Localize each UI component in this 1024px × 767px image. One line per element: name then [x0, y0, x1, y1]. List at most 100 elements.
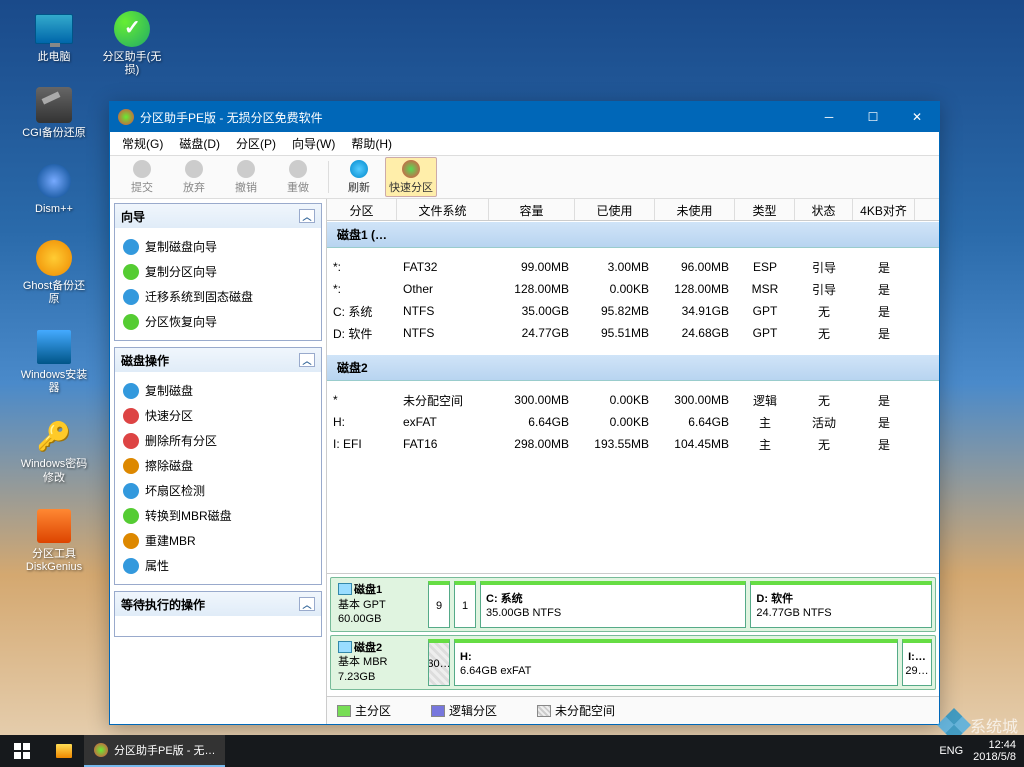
sidebar-item[interactable]: 转换到MBR磁盘	[115, 503, 321, 528]
refresh-icon	[350, 160, 368, 178]
partition-block[interactable]: 1	[454, 581, 476, 628]
taskbar-file-explorer[interactable]	[44, 735, 84, 767]
th-partition[interactable]: 分区	[327, 199, 397, 220]
item-icon	[123, 239, 139, 255]
th-type[interactable]: 类型	[735, 199, 795, 220]
partition-block[interactable]: D: 软件24.77GB NTFS	[750, 581, 932, 628]
maximize-button[interactable]: ☐	[851, 102, 895, 132]
desktop-icon-partition-assistant[interactable]: 分区助手(无损)	[96, 10, 168, 77]
item-icon	[123, 508, 139, 524]
menu-help[interactable]: 帮助(H)	[343, 132, 400, 155]
quick-partition-icon	[402, 160, 420, 178]
partition-block[interactable]: 30…	[428, 639, 450, 686]
panel-pending: 等待执行的操作︿	[114, 591, 322, 637]
item-icon	[123, 483, 139, 499]
desktop-icon-this-pc[interactable]: 此电脑	[18, 10, 90, 64]
toolbar-refresh[interactable]: 刷新	[333, 157, 385, 197]
redo-icon	[289, 160, 307, 178]
minimize-button[interactable]: ─	[807, 102, 851, 132]
item-icon	[123, 289, 139, 305]
tray-clock[interactable]: 12:44 2018/5/8	[973, 739, 1016, 763]
partition-row[interactable]: *:Other128.00MB0.00KB128.00MBMSR引导是	[327, 278, 939, 300]
partition-block[interactable]: H:6.64GB exFAT	[454, 639, 898, 686]
legend: 主分区 逻辑分区 未分配空间	[327, 696, 939, 724]
sidebar-item[interactable]: 复制分区向导	[115, 259, 321, 284]
system-tray[interactable]: ENG 12:44 2018/5/8	[931, 739, 1024, 763]
desktop-icon-cgi-backup[interactable]: CGI备份还原	[18, 86, 90, 140]
menu-partition[interactable]: 分区(P)	[228, 132, 284, 155]
chevron-up-icon: ︿	[299, 597, 315, 611]
disk-info: 磁盘1基本 GPT60.00GB	[334, 581, 424, 628]
partition-row[interactable]: I: EFIFAT16298.00MB193.55MB104.45MB主无是	[327, 433, 939, 455]
menu-disk[interactable]: 磁盘(D)	[171, 132, 228, 155]
sidebar-item[interactable]: 重建MBR	[115, 528, 321, 553]
partition-table: 磁盘1 (…*:FAT3299.00MB3.00MB96.00MBESP引导是*…	[327, 221, 939, 465]
toolbar-discard[interactable]: 放弃	[168, 157, 220, 197]
menubar: 常规(G) 磁盘(D) 分区(P) 向导(W) 帮助(H)	[110, 132, 939, 156]
item-icon	[123, 458, 139, 474]
legend-unallocated: 未分配空间	[537, 702, 615, 719]
th-free[interactable]: 未使用	[655, 199, 735, 220]
legend-logical: 逻辑分区	[431, 702, 497, 719]
sidebar-item[interactable]: 复制磁盘向导	[115, 234, 321, 259]
desktop-icon-dism[interactable]: Dism++	[18, 162, 90, 216]
start-button[interactable]	[0, 735, 44, 767]
folder-icon	[56, 744, 72, 758]
th-used[interactable]: 已使用	[575, 199, 655, 220]
disk-visual-row[interactable]: 磁盘2基本 MBR7.23GB30…H:6.64GB exFATI:…29…	[330, 635, 936, 690]
panel-wizard-header[interactable]: 向导︿	[115, 204, 321, 228]
desktop-icon-win-installer[interactable]: Windows安装器	[18, 328, 90, 395]
partition-row[interactable]: C: 系统NTFS35.00GB95.82MB34.91GBGPT无是	[327, 300, 939, 322]
partition-table-header: 分区 文件系统 容量 已使用 未使用 类型 状态 4KB对齐	[327, 199, 939, 221]
sidebar-item[interactable]: 快速分区	[115, 403, 321, 428]
partition-block[interactable]: C: 系统35.00GB NTFS	[480, 581, 746, 628]
taskbar-app-partition-assistant[interactable]: 分区助手PE版 - 无…	[84, 735, 225, 767]
partition-row[interactable]: D: 软件NTFS24.77GB95.51MB24.68GBGPT无是	[327, 322, 939, 344]
menu-general[interactable]: 常规(G)	[114, 132, 171, 155]
close-button[interactable]: ✕	[895, 102, 939, 132]
sidebar-item[interactable]: 复制磁盘	[115, 378, 321, 403]
panel-wizard: 向导︿ 复制磁盘向导复制分区向导迁移系统到固态磁盘分区恢复向导	[114, 203, 322, 341]
th-4k-align[interactable]: 4KB对齐	[853, 199, 915, 220]
item-icon	[123, 314, 139, 330]
content-area: 分区 文件系统 容量 已使用 未使用 类型 状态 4KB对齐 磁盘1 (… *:F…	[327, 199, 939, 724]
toolbar-quick-partition[interactable]: 快速分区	[385, 157, 437, 197]
window-title: 分区助手PE版 - 无损分区免费软件	[140, 109, 807, 126]
titlebar[interactable]: 分区助手PE版 - 无损分区免费软件 ─ ☐ ✕	[110, 102, 939, 132]
tray-language[interactable]: ENG	[939, 745, 963, 757]
chevron-up-icon: ︿	[299, 353, 315, 367]
sidebar-item[interactable]: 坏扇区检测	[115, 478, 321, 503]
sidebar-item[interactable]: 属性	[115, 553, 321, 578]
partition-block[interactable]: I:…29…	[902, 639, 932, 686]
toolbar-commit[interactable]: 提交	[116, 157, 168, 197]
disk-visual-row[interactable]: 磁盘1基本 GPT60.00GB91C: 系统35.00GB NTFSD: 软件…	[330, 577, 936, 632]
desktop-icon-ghost[interactable]: Ghost备份还原	[18, 239, 90, 306]
partition-row[interactable]: H:exFAT6.64GB0.00KB6.64GB主活动是	[327, 411, 939, 433]
disk-visual-area: 磁盘1基本 GPT60.00GB91C: 系统35.00GB NTFSD: 软件…	[327, 573, 939, 696]
panel-disk-ops-header[interactable]: 磁盘操作︿	[115, 348, 321, 372]
sidebar-item[interactable]: 删除所有分区	[115, 428, 321, 453]
menu-wizard[interactable]: 向导(W)	[284, 132, 343, 155]
discard-icon	[185, 160, 203, 178]
partition-block[interactable]: 9	[428, 581, 450, 628]
partition-row[interactable]: *:FAT3299.00MB3.00MB96.00MBESP引导是	[327, 256, 939, 278]
toolbar: 提交 放弃 撤销 重做 刷新 快速分区	[110, 156, 939, 199]
desktop-icon-win-password[interactable]: 🔑 Windows密码修改	[18, 417, 90, 484]
item-icon	[123, 383, 139, 399]
th-capacity[interactable]: 容量	[489, 199, 575, 220]
partition-row[interactable]: *未分配空间300.00MB0.00KB300.00MB逻辑无是	[327, 389, 939, 411]
app-icon	[94, 743, 108, 757]
disk-group-header[interactable]: 磁盘1 (…	[327, 221, 939, 248]
desktop-icon-diskgenius[interactable]: 分区工具DiskGenius	[18, 507, 90, 574]
item-icon	[123, 558, 139, 574]
sidebar-item[interactable]: 分区恢复向导	[115, 309, 321, 334]
th-status[interactable]: 状态	[795, 199, 853, 220]
th-filesystem[interactable]: 文件系统	[397, 199, 489, 220]
panel-pending-header[interactable]: 等待执行的操作︿	[115, 592, 321, 616]
sidebar-item[interactable]: 迁移系统到固态磁盘	[115, 284, 321, 309]
disk-group-header[interactable]: 磁盘2	[327, 354, 939, 381]
app-window: 分区助手PE版 - 无损分区免费软件 ─ ☐ ✕ 常规(G) 磁盘(D) 分区(…	[109, 101, 940, 725]
sidebar-item[interactable]: 擦除磁盘	[115, 453, 321, 478]
toolbar-undo[interactable]: 撤销	[220, 157, 272, 197]
toolbar-redo[interactable]: 重做	[272, 157, 324, 197]
